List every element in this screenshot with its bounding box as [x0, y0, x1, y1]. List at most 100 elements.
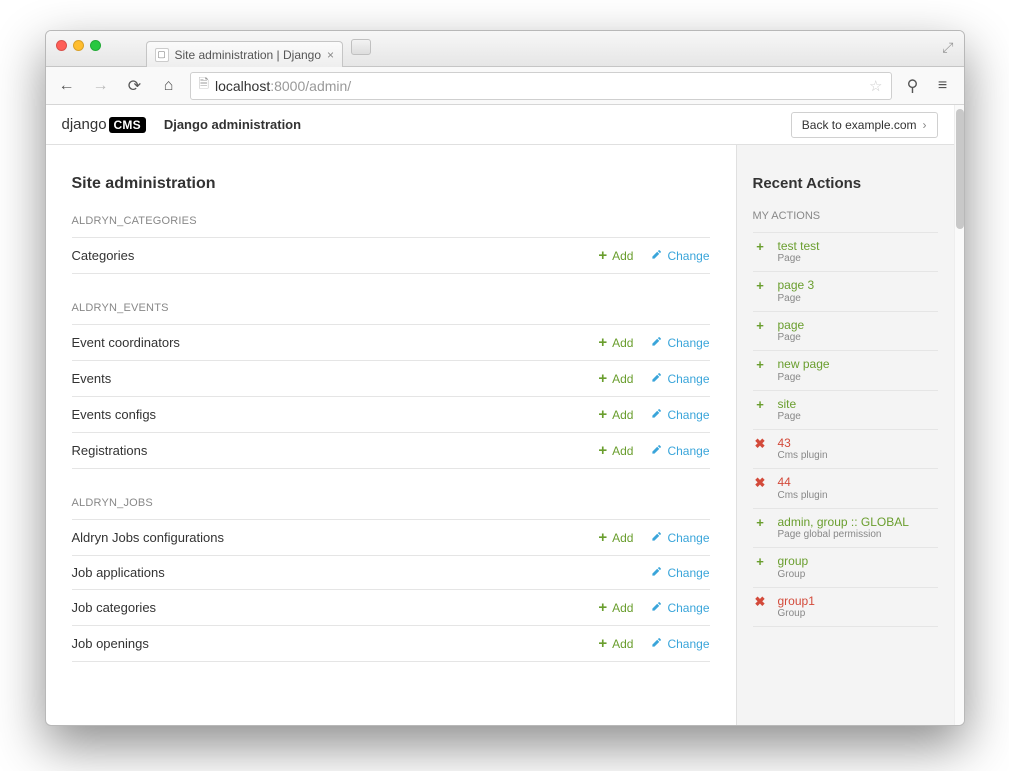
add-label: Add	[612, 444, 633, 458]
change-label: Change	[667, 601, 709, 615]
app-section: ALDRYN_CATEGORIESCategories+AddChange	[72, 215, 710, 274]
change-link[interactable]: Change	[651, 249, 709, 263]
main-content: Site administration ALDRYN_CATEGORIESCat…	[46, 145, 736, 725]
change-label: Change	[667, 637, 709, 651]
change-label: Change	[667, 444, 709, 458]
add-link[interactable]: +Add	[598, 599, 633, 616]
delete-icon: ✖	[753, 475, 768, 501]
bookmark-star-icon[interactable]: ☆	[869, 77, 882, 95]
model-row: Event coordinators + Add Change	[72, 324, 710, 360]
add-link[interactable]: +Add	[598, 635, 633, 652]
change-link[interactable]: Change	[651, 408, 709, 422]
recent-action-subtitle: Group	[778, 608, 815, 620]
browser-window: ▢ Site administration | Django × ⤢ ← → ⟳…	[45, 30, 965, 726]
logo-badge: CMS	[109, 117, 146, 133]
change-link[interactable]: Change	[651, 566, 709, 580]
recent-action-subtitle: Cms plugin	[778, 450, 828, 462]
page-info-icon[interactable]: 🗎	[199, 75, 209, 97]
recent-action-subtitle: Page	[778, 372, 830, 384]
recent-action-subtitle: Page	[778, 253, 820, 265]
add-link[interactable]: + Add	[598, 334, 633, 351]
model-name-link[interactable]: Job openings	[72, 636, 581, 651]
home-button[interactable]: ⌂	[156, 73, 182, 99]
plus-icon: +	[598, 406, 607, 423]
recent-action-item[interactable]: + admin, group :: GLOBALPage global permi…	[753, 509, 938, 548]
model-row: Categories +Add Change	[72, 237, 710, 274]
recent-action-title: 44	[778, 475, 828, 489]
plus-icon: +	[598, 334, 607, 351]
model-name-link[interactable]: Job applications	[72, 565, 634, 580]
recent-action-title: new page	[778, 357, 830, 371]
change-label: Change	[667, 372, 709, 386]
new-tab-button[interactable]	[351, 39, 371, 55]
model-row: Events +Add Change	[72, 360, 710, 396]
resize-icon[interactable]: ⤢	[942, 39, 953, 56]
add-link[interactable]: +Add	[598, 529, 633, 546]
model-name-link[interactable]: Aldryn Jobs configurations	[72, 530, 581, 545]
page-heading: Site administration	[72, 175, 710, 193]
add-label: Add	[612, 408, 633, 422]
recent-action-title: admin, group :: GLOBAL	[778, 515, 909, 529]
browser-toolbar: ← → ⟳ ⌂ 🗎 localhost :8000 /admin/ ☆ ⚲ ≡	[46, 67, 964, 105]
scrollbar-thumb[interactable]	[956, 109, 964, 229]
add-link[interactable]: +Add	[598, 370, 633, 387]
recent-action-item[interactable]: ✖44Cms plugin	[753, 469, 938, 508]
recent-actions-heading: Recent Actions	[753, 175, 938, 192]
model-name-link[interactable]: Categories	[72, 248, 581, 263]
change-link[interactable]: Change	[651, 531, 709, 545]
pencil-icon	[651, 601, 662, 615]
menu-button[interactable]: ≡	[930, 73, 956, 99]
window-maximize-button[interactable]	[90, 40, 101, 51]
back-to-site-button[interactable]: Back to example.com ›	[791, 112, 938, 138]
change-link[interactable]: Change	[651, 637, 709, 651]
plus-icon: +	[598, 370, 607, 387]
extension-button[interactable]: ⚲	[900, 73, 926, 99]
recent-action-item[interactable]: +groupGroup	[753, 548, 938, 587]
forward-button[interactable]: →	[88, 73, 114, 99]
address-bar[interactable]: 🗎 localhost :8000 /admin/ ☆	[190, 72, 892, 100]
recent-action-item[interactable]: +sitePage	[753, 391, 938, 430]
change-link[interactable]: Change	[651, 372, 709, 386]
add-link[interactable]: + Add	[598, 406, 633, 423]
recent-action-item[interactable]: +new pagePage	[753, 351, 938, 390]
admin-header: django CMS Django administration Back to…	[46, 105, 954, 145]
add-label: Add	[612, 249, 633, 263]
recent-action-subtitle: Page global permission	[778, 529, 909, 541]
tab-favicon-icon: ▢	[155, 48, 169, 62]
change-label: Change	[667, 249, 709, 263]
recent-action-item[interactable]: +page 3Page	[753, 272, 938, 311]
recent-action-title: group	[778, 554, 809, 568]
change-link[interactable]: Change	[651, 601, 709, 615]
add-link[interactable]: +Add	[598, 247, 633, 264]
model-row: Job categories +Add Change	[72, 589, 710, 625]
add-label: Add	[612, 531, 633, 545]
model-name-link[interactable]: Event coordinators	[72, 335, 581, 350]
window-minimize-button[interactable]	[73, 40, 84, 51]
recent-action-item[interactable]: +test testPage	[753, 232, 938, 272]
add-link[interactable]: +Add	[598, 442, 633, 459]
pencil-icon	[651, 637, 662, 651]
vertical-scrollbar[interactable]	[954, 105, 964, 725]
model-name-link[interactable]: Registrations	[72, 443, 581, 458]
model-name-link[interactable]: Events	[72, 371, 581, 386]
pencil-icon	[651, 249, 662, 263]
plus-icon: +	[753, 515, 768, 541]
back-button[interactable]: ←	[54, 73, 80, 99]
pencil-icon	[651, 408, 662, 422]
change-link[interactable]: Change	[651, 444, 709, 458]
logo[interactable]: django CMS	[62, 116, 146, 133]
model-name-link[interactable]: Events configs	[72, 407, 581, 422]
tab-close-button[interactable]: ×	[327, 48, 334, 62]
reload-button[interactable]: ⟳	[122, 73, 148, 99]
add-label: Add	[612, 336, 633, 350]
model-name-link[interactable]: Job categories	[72, 600, 581, 615]
browser-tab[interactable]: ▢ Site administration | Django ×	[146, 41, 344, 67]
change-label: Change	[667, 408, 709, 422]
window-close-button[interactable]	[56, 40, 67, 51]
change-link[interactable]: Change	[651, 336, 709, 350]
recent-action-title: test test	[778, 239, 820, 253]
change-label: Change	[667, 531, 709, 545]
recent-action-item[interactable]: ✖43Cms plugin	[753, 430, 938, 469]
recent-action-item[interactable]: ✖group1Group	[753, 588, 938, 627]
recent-action-item[interactable]: +pagePage	[753, 312, 938, 351]
